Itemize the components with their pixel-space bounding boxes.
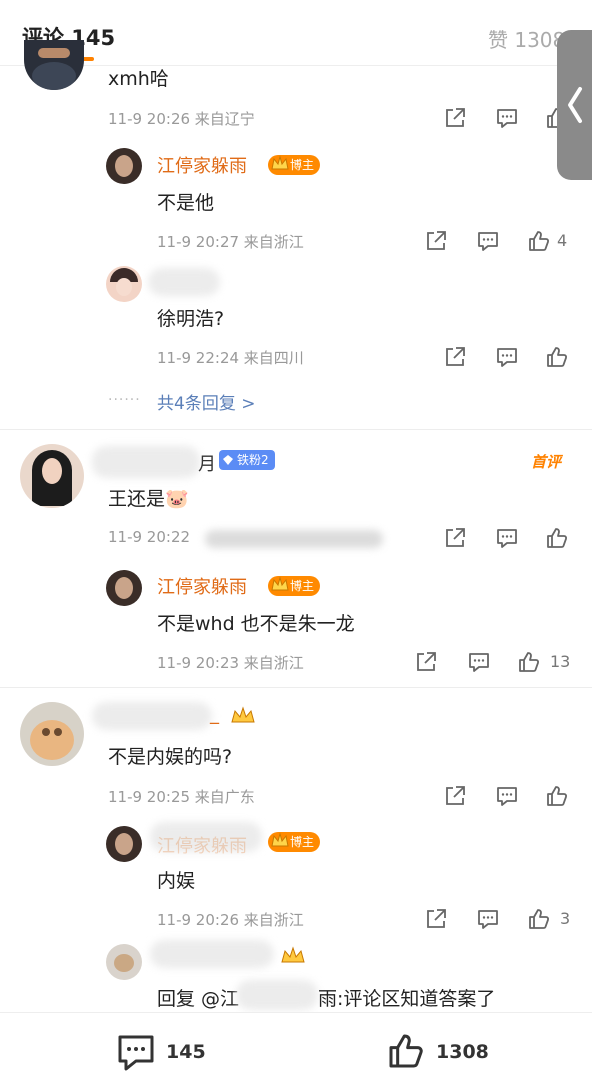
more-dots: ······	[108, 392, 141, 408]
avatar[interactable]	[106, 148, 142, 184]
divider	[0, 429, 592, 430]
comment-icon[interactable]	[476, 907, 500, 931]
comment-meta: 11-9 20:22	[108, 528, 191, 546]
crown-icon	[231, 706, 255, 723]
comment-icon[interactable]	[467, 650, 491, 674]
share-icon[interactable]	[443, 345, 467, 369]
host-badge: 博主	[268, 155, 321, 175]
like-icon[interactable]	[545, 784, 569, 808]
share-icon[interactable]	[424, 907, 448, 931]
host-badge-label: 博主	[290, 158, 315, 172]
like-count: 13	[550, 652, 571, 671]
divider	[0, 687, 592, 688]
reply-username[interactable]: 江停家躲雨	[157, 152, 247, 178]
like-count: 4	[557, 231, 568, 250]
top-bar: 评论 145 赞 1308	[0, 0, 592, 66]
like-icon[interactable]	[527, 907, 551, 931]
blurred-username	[148, 268, 220, 296]
avatar[interactable]	[106, 826, 142, 862]
comment-meta: 11-9 20:25 来自广东	[108, 788, 255, 806]
like-icon[interactable]	[386, 1031, 426, 1071]
reply-text: 不是whd 也不是朱一龙	[157, 613, 355, 635]
avatar[interactable]	[106, 944, 142, 980]
comment-icon[interactable]	[476, 229, 500, 253]
username-suffix[interactable]: _	[210, 704, 219, 725]
share-icon[interactable]	[443, 526, 467, 550]
like-icon[interactable]	[517, 650, 541, 674]
reply-text: 不是他	[157, 192, 215, 214]
crown-icon	[281, 946, 305, 963]
crown-icon	[271, 155, 289, 170]
fan-badge-label: 铁粉2	[237, 453, 269, 467]
like-count: 1308	[436, 1041, 489, 1063]
reply-username[interactable]: 江停家躲雨	[157, 573, 247, 599]
avatar[interactable]	[106, 266, 142, 302]
avatar[interactable]	[24, 40, 84, 90]
share-icon[interactable]	[443, 106, 467, 130]
blurred-username	[150, 940, 274, 968]
first-comment-tag: 首评	[531, 453, 562, 471]
blurred-location	[205, 530, 383, 548]
blurred-username	[92, 702, 212, 730]
host-badge: 博主	[268, 832, 321, 852]
comment-icon[interactable]	[116, 1033, 156, 1071]
tab-likes[interactable]: 赞 1308	[488, 24, 565, 53]
blurred-mention	[236, 980, 318, 1010]
share-icon[interactable]	[443, 784, 467, 808]
reply-text-suffix: 雨:评论区知道答案了	[318, 988, 496, 1010]
reply-meta: 11-9 20:27 来自浙江	[157, 233, 304, 251]
comment-icon[interactable]	[495, 106, 519, 130]
blurred-username	[92, 446, 200, 478]
comment-count: 145	[166, 1041, 206, 1063]
comment-meta: 11-9 20:26 来自辽宁	[108, 110, 255, 128]
comment-text: xmh哈	[108, 68, 169, 90]
fan-badge: 铁粉2	[219, 450, 275, 470]
reply-meta: 11-9 22:24 来自四川	[157, 349, 304, 367]
host-badge-label: 博主	[290, 835, 315, 849]
comment-icon[interactable]	[495, 345, 519, 369]
like-icon[interactable]	[545, 345, 569, 369]
avatar[interactable]	[20, 444, 84, 508]
comment-text: 不是内娱的吗?	[108, 746, 233, 768]
reply-prefix: 回复 @江	[157, 984, 239, 1011]
reply-username[interactable]: 江停家躲雨	[157, 832, 247, 858]
crown-icon	[271, 576, 289, 591]
host-badge: 博主	[268, 576, 321, 596]
avatar[interactable]	[20, 702, 84, 766]
comment-icon[interactable]	[495, 526, 519, 550]
diamond-icon	[223, 455, 233, 465]
more-replies-link[interactable]: 共4条回复 >	[157, 389, 255, 414]
reply-mention-prefix: 回复 @江	[157, 988, 240, 1010]
share-icon[interactable]	[414, 650, 438, 674]
like-icon[interactable]	[527, 229, 551, 253]
side-panel-handle[interactable]	[557, 30, 592, 180]
comment-icon[interactable]	[495, 784, 519, 808]
chevron-left-icon	[568, 87, 582, 123]
avatar[interactable]	[106, 570, 142, 606]
bottom-action-bar: 145 1308	[0, 1012, 592, 1084]
host-badge-label: 博主	[290, 579, 315, 593]
like-count: 3	[560, 909, 571, 928]
reply-meta: 11-9 20:26 来自浙江	[157, 911, 304, 929]
like-icon[interactable]	[545, 526, 569, 550]
username-suffix[interactable]: 月	[198, 450, 216, 476]
reply-text: 徐明浩?	[157, 308, 225, 330]
reply-text: 内娱	[157, 870, 196, 892]
share-icon[interactable]	[424, 229, 448, 253]
reply-meta: 11-9 20:23 来自浙江	[157, 654, 304, 672]
comment-text: 王还是🐷	[108, 488, 189, 510]
crown-icon	[271, 832, 289, 847]
